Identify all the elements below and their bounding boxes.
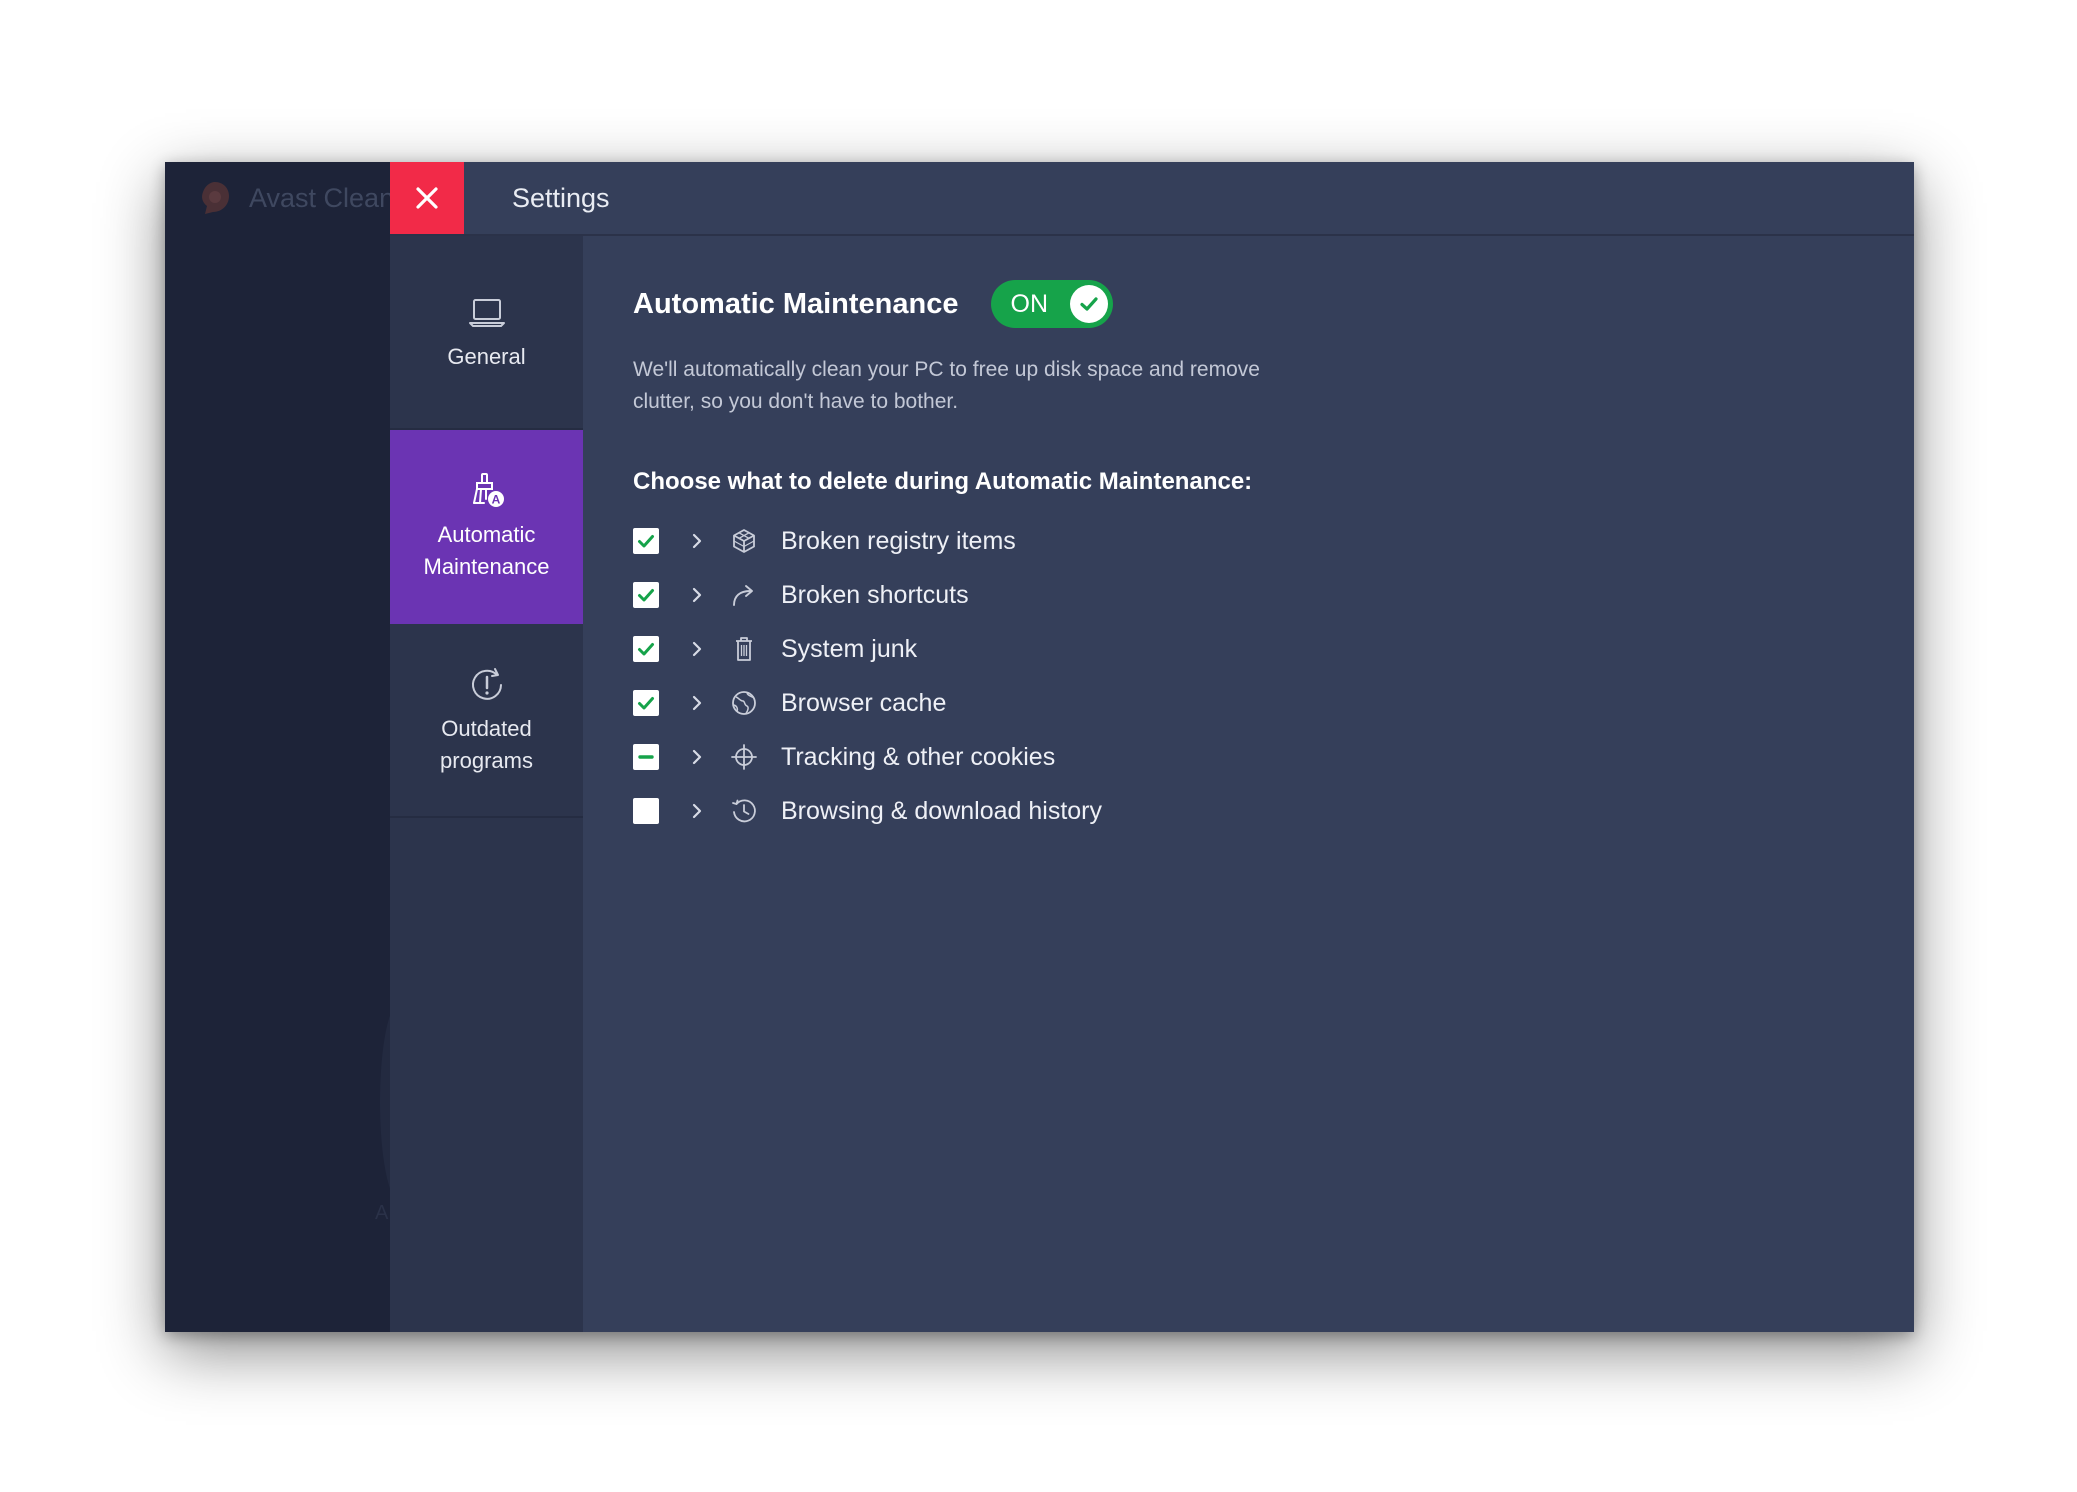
section-title: Automatic Maintenance — [633, 287, 959, 320]
item-label[interactable]: Tracking & other cookies — [781, 743, 1055, 772]
item-label[interactable]: Broken shortcuts — [781, 581, 969, 610]
choose-heading: Choose what to delete during Automatic M… — [633, 468, 1253, 495]
shortcut-arrow-icon — [729, 580, 759, 610]
expand-button[interactable] — [683, 743, 711, 771]
expand-button[interactable] — [683, 527, 711, 555]
check-icon — [1079, 297, 1098, 311]
nav-item-label: Outdated programs — [440, 716, 533, 773]
list-item-broken-registry-items: Broken registry items — [633, 514, 1102, 568]
settings-nav: General A Automatic Maintenance Outdated… — [390, 236, 583, 1332]
nav-item-label: General — [447, 344, 526, 369]
chevron-right-icon — [692, 749, 702, 765]
expand-button[interactable] — [683, 581, 711, 609]
chevron-right-icon — [692, 641, 702, 657]
list-item-tracking-cookies: Tracking & other cookies — [633, 730, 1102, 784]
settings-title: Settings — [512, 182, 610, 213]
broom-auto-icon: A — [472, 473, 504, 507]
background-app-title: Avast Clean — [195, 176, 394, 220]
list-item-browsing-history: Browsing & download history — [633, 784, 1102, 838]
item-label[interactable]: System junk — [781, 635, 917, 664]
nav-item-outdated-programs[interactable]: Outdated programs — [390, 624, 583, 818]
checkmark-icon — [638, 643, 654, 656]
chevron-right-icon — [692, 587, 702, 603]
cleanup-items-list: Broken registry items Broken shortcuts S… — [633, 514, 1102, 838]
list-item-system-junk: System junk — [633, 622, 1102, 676]
cube-icon — [729, 526, 759, 556]
expand-button[interactable] — [683, 797, 711, 825]
update-alert-icon — [471, 668, 502, 700]
expand-button[interactable] — [683, 635, 711, 663]
list-item-browser-cache: Browser cache — [633, 676, 1102, 730]
automatic-maintenance-toggle[interactable]: ON — [990, 280, 1113, 328]
section-description: We'll automatically clean your PC to fre… — [633, 358, 1260, 413]
chevron-right-icon — [692, 533, 702, 549]
settings-header: Settings — [390, 162, 1914, 236]
checkbox-browser-cache[interactable] — [633, 690, 659, 716]
toggle-label: ON — [1010, 289, 1049, 318]
item-label[interactable]: Browsing & download history — [781, 797, 1102, 826]
checkmark-icon — [638, 589, 654, 602]
trash-icon — [729, 634, 759, 664]
item-label[interactable]: Broken registry items — [781, 527, 1016, 556]
toggle-knob — [1069, 285, 1108, 323]
chevron-right-icon — [692, 695, 702, 711]
checkmark-icon — [638, 535, 654, 548]
avast-logo-icon — [202, 182, 229, 214]
globe-icon — [729, 688, 759, 718]
history-icon — [729, 796, 759, 826]
checkbox-broken-shortcuts[interactable] — [633, 582, 659, 608]
background-app-text: A — [375, 1202, 389, 1224]
nav-item-general[interactable]: General — [390, 236, 583, 430]
chevron-right-icon — [692, 803, 702, 819]
settings-content: Automatic Maintenance ON We'll automatic… — [583, 236, 1914, 1332]
checkbox-system-junk[interactable] — [633, 636, 659, 662]
close-button[interactable] — [390, 162, 464, 234]
laptop-icon — [468, 299, 505, 327]
background-app-name: Avast Clean — [249, 182, 395, 213]
list-item-broken-shortcuts: Broken shortcuts — [633, 568, 1102, 622]
partial-check-icon — [638, 755, 654, 759]
expand-button[interactable] — [683, 689, 711, 717]
section-header: Automatic Maintenance ON — [633, 280, 1113, 328]
background-app-panel: Avast Clean A — [165, 162, 420, 1332]
crosshair-icon — [729, 742, 759, 772]
checkbox-broken-registry-items[interactable] — [633, 528, 659, 554]
item-label[interactable]: Browser cache — [781, 689, 946, 718]
checkbox-tracking-cookies[interactable] — [633, 744, 659, 770]
close-icon — [416, 187, 438, 209]
checkbox-browsing-history[interactable] — [633, 798, 659, 824]
nav-item-automatic-maintenance[interactable]: A Automatic Maintenance — [390, 430, 583, 624]
svg-text:A: A — [491, 493, 500, 507]
nav-item-label: Automatic Maintenance — [423, 522, 550, 579]
settings-window: Avast Clean A Settings General A Automat… — [165, 162, 1914, 1332]
checkmark-icon — [638, 697, 654, 710]
